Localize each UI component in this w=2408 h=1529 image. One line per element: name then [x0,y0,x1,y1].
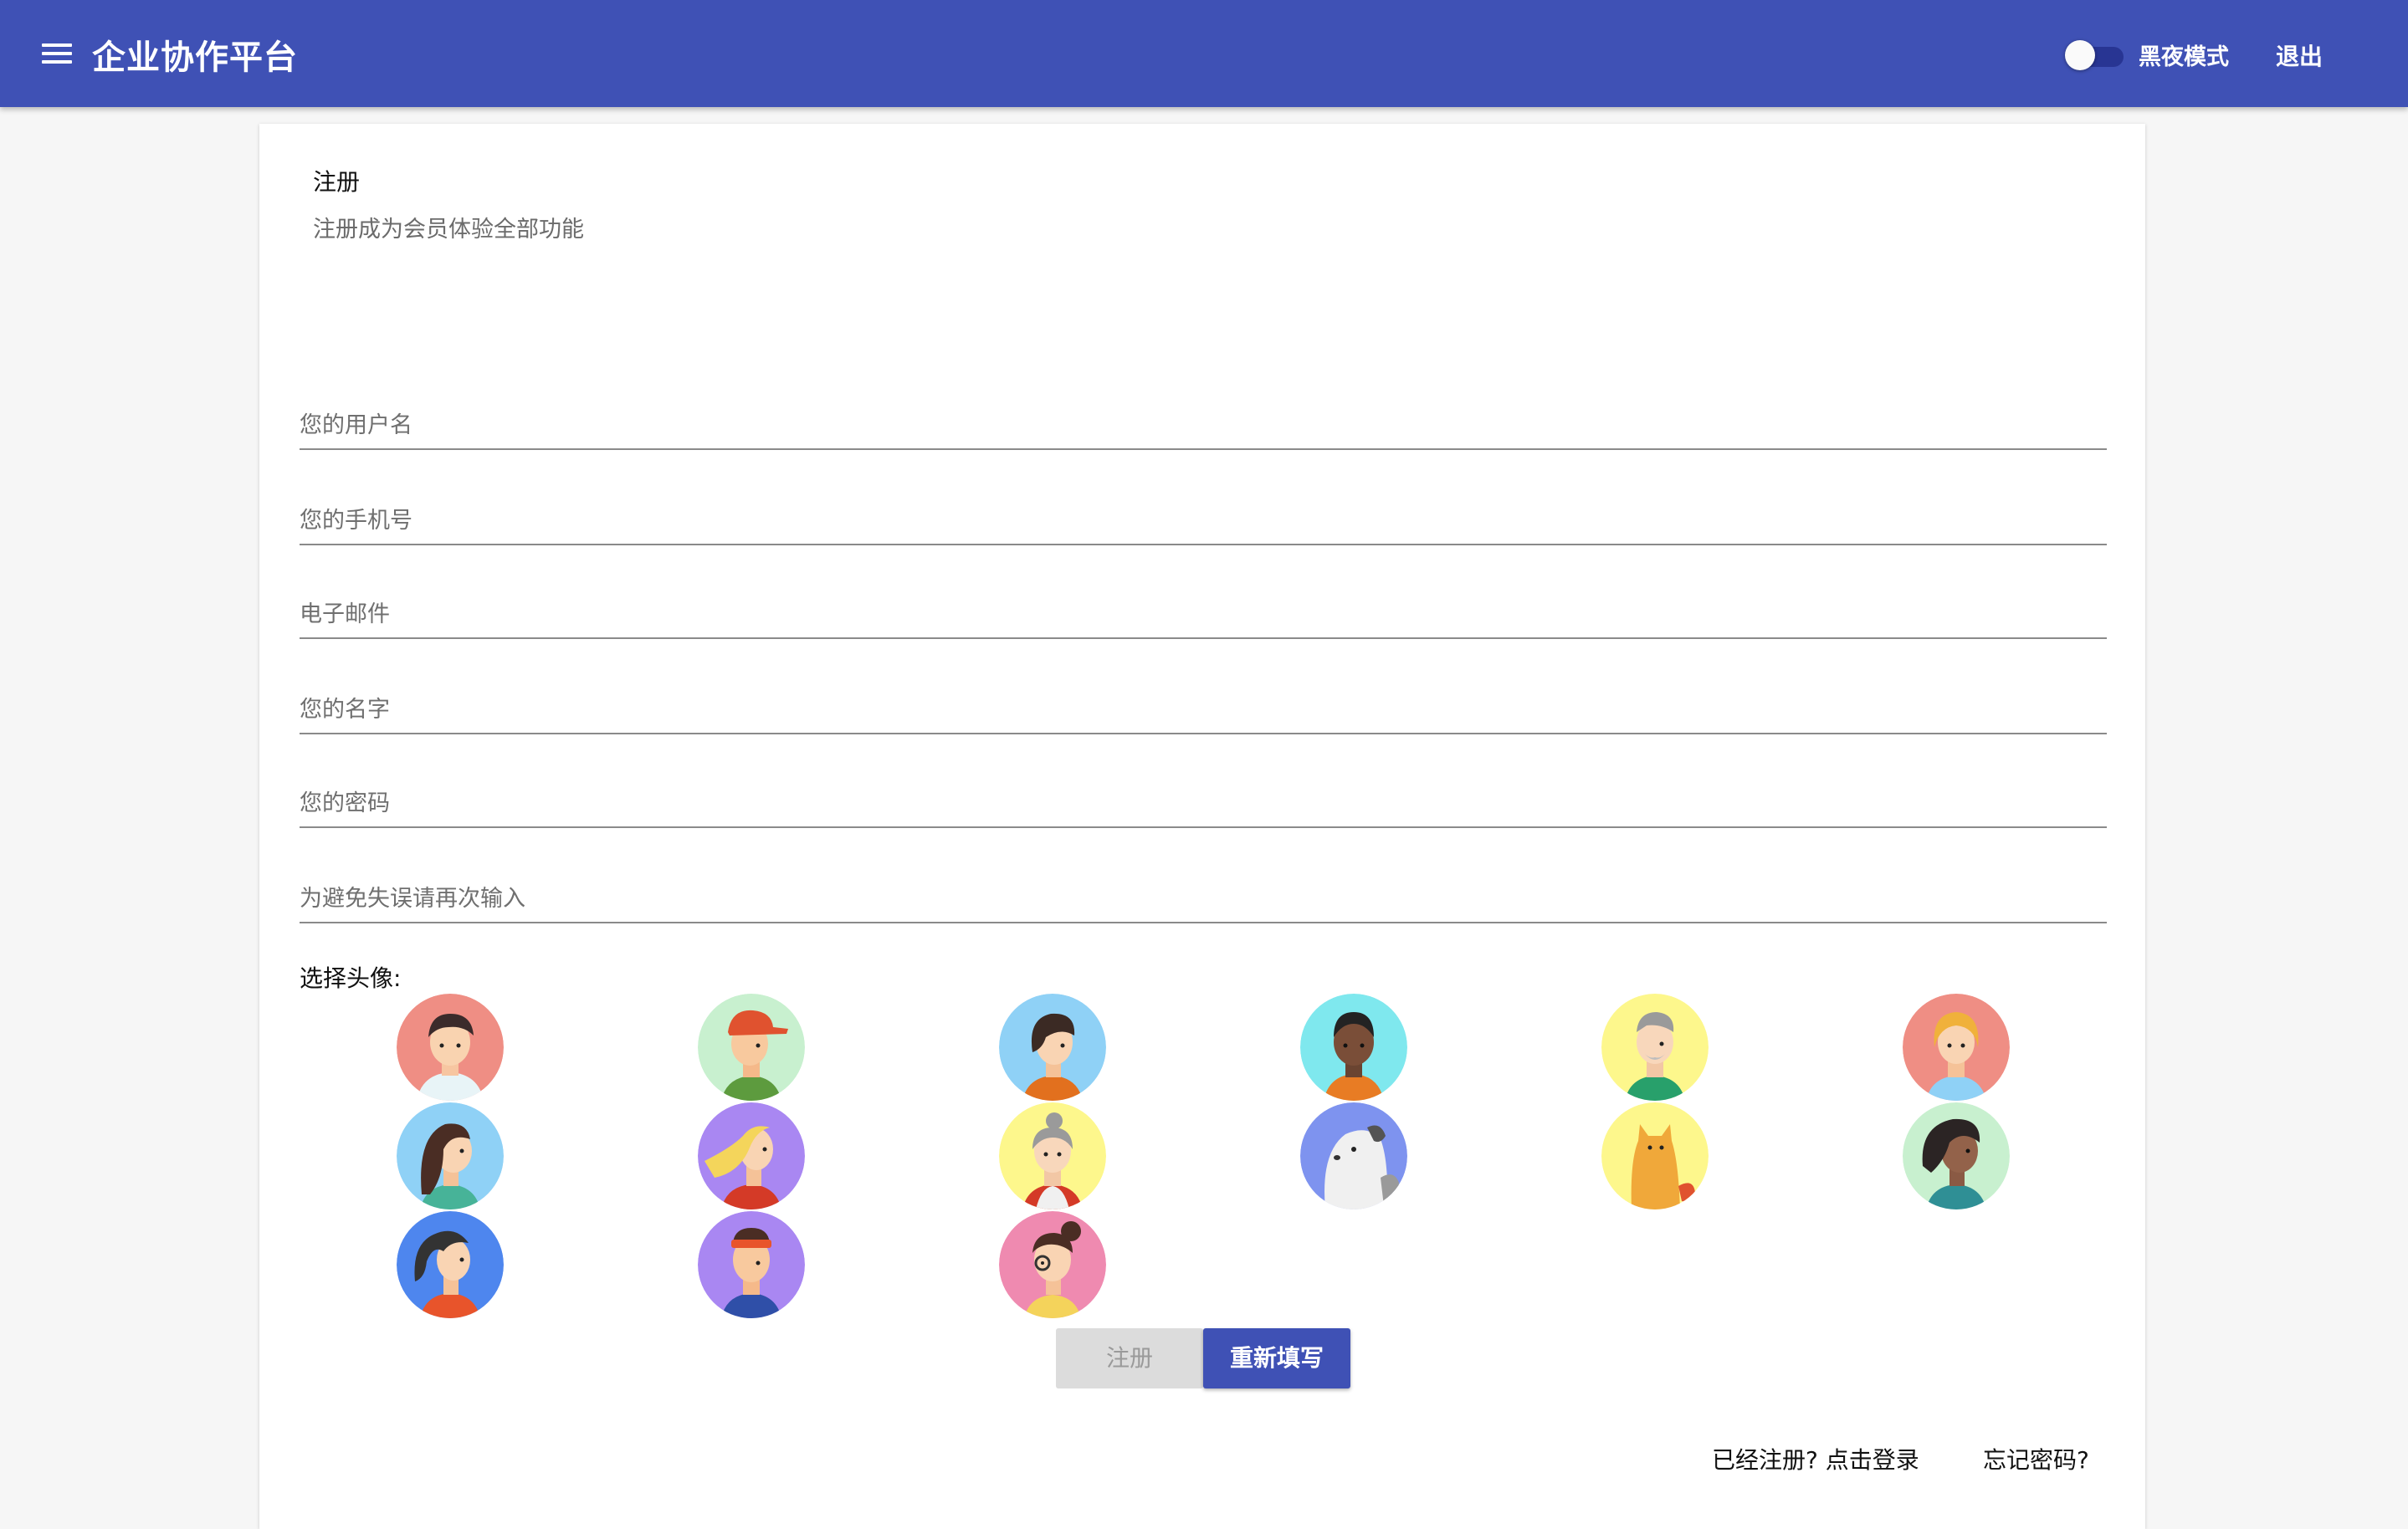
avatar-boy-icon[interactable] [397,994,504,1101]
avatar-dark-skin-man-icon[interactable] [1300,994,1407,1101]
phone-field [300,485,2107,545]
name-input[interactable] [300,691,2107,728]
avatar-grandma-icon[interactable] [999,1102,1106,1209]
login-link[interactable]: 已经注册? 点击登录 [1712,1442,1919,1475]
avatar-dog-icon[interactable] [1300,1102,1407,1209]
app-header: 企业协作平台 黑夜模式 退出 [0,0,2408,107]
avatar-cap-boy-icon[interactable] [698,994,805,1101]
card-title: 注册 [313,168,361,196]
card-subtitle: 注册成为会员体验全部功能 [313,217,584,243]
hamburger-menu-icon[interactable] [38,37,79,70]
avatar-cat-icon[interactable] [1601,1102,1709,1209]
register-button[interactable]: 注册 [1056,1328,1203,1388]
phone-input[interactable] [300,502,2107,539]
avatar-headband-man-icon[interactable] [698,1211,805,1318]
app-title: 企业协作平台 [92,38,298,77]
avatar-select-label: 选择头像: [300,964,402,992]
dark-mode-label: 黑夜模式 [2139,44,2229,70]
name-field [300,674,2107,734]
password-input[interactable] [300,785,2107,821]
avatar-blonde-girl-icon[interactable] [1903,994,2010,1101]
avatar-girl-short-hair-icon[interactable] [999,994,1106,1101]
reset-button[interactable]: 重新填写 [1203,1328,1350,1388]
avatar-curly-woman-icon[interactable] [1903,1102,2010,1209]
register-card: 注册 注册成为会员体验全部功能 选择头像: [259,124,2145,1529]
avatar-long-hair-woman-icon[interactable] [397,1102,504,1209]
email-input[interactable] [300,596,2107,632]
dark-mode-toggle[interactable] [2062,37,2129,70]
username-input[interactable] [300,407,2107,443]
toggle-thumb [2065,40,2095,70]
avatar-old-man-icon[interactable] [1601,994,1709,1101]
avatar-blonde-woman-icon[interactable] [698,1102,805,1209]
confirm-password-input[interactable] [300,880,2107,917]
username-field [300,390,2107,450]
avatar-glasses-girl-icon[interactable] [999,1211,1106,1318]
logout-button[interactable]: 退出 [2269,35,2329,75]
forgot-password-link[interactable]: 忘记密码? [1983,1442,2089,1475]
confirm-password-field [300,863,2107,923]
email-field [300,579,2107,639]
password-field [300,768,2107,828]
avatar-ponytail-girl-icon[interactable] [397,1211,504,1318]
